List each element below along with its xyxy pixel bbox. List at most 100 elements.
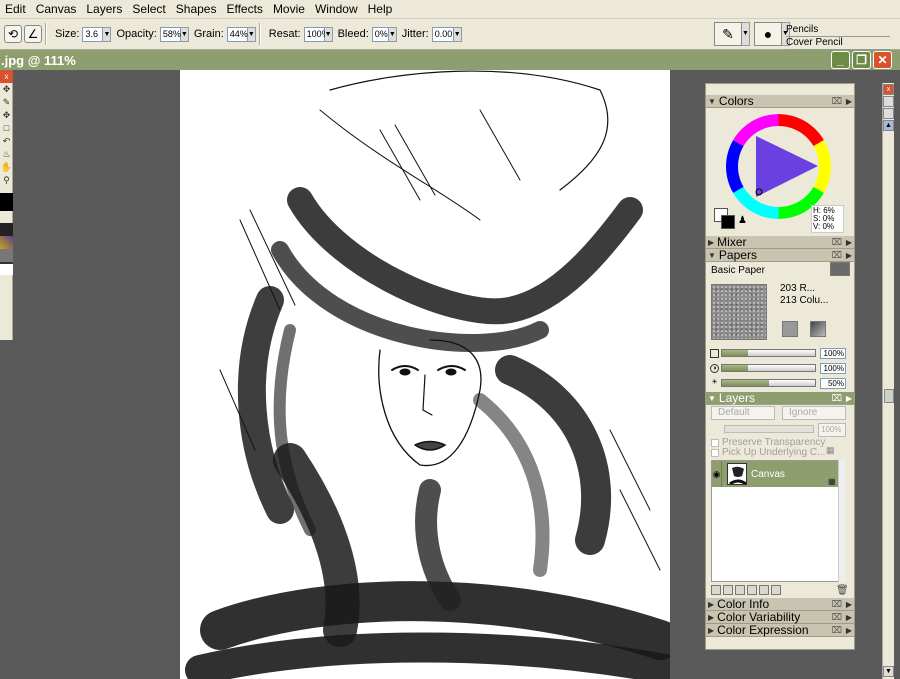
paper-selector-icon[interactable] [0,223,13,236]
expand-icon[interactable]: ▶ [708,626,714,635]
panel-close-icon[interactable]: ⌧ [832,96,842,107]
delete-layer-icon[interactable]: 🗑 [836,585,849,596]
opacity-dropdown-icon[interactable]: ▼ [180,26,189,42]
paper-contrast-value[interactable]: 100% [820,362,846,374]
rectangle-select-icon[interactable]: □ [0,122,13,135]
new-watercolor-layer-icon[interactable] [771,585,781,595]
panel-menu-icon[interactable]: ▶ [846,600,852,609]
size-field[interactable]: 3.6 [82,26,104,42]
minimize-button[interactable]: _ [831,51,850,69]
lasso-tool-icon[interactable]: ↶ [0,135,13,148]
brush-variant-icon[interactable]: ● [754,22,782,46]
size-dropdown-icon[interactable]: ▼ [103,26,112,42]
expand-icon[interactable]: ▶ [708,600,714,609]
panel-close-icon[interactable]: ⌧ [832,599,842,610]
menu-shapes[interactable]: Shapes [171,0,222,19]
restore-button[interactable]: ❐ [852,51,871,69]
bleed-field[interactable]: 0% [371,26,389,42]
panel-close-icon[interactable]: ⌧ [832,237,842,248]
menu-help[interactable]: Help [363,0,398,19]
jitter-field[interactable]: 0.00 [431,26,454,42]
colors-panel-header[interactable]: ▼ Colors ⌧ ▶ [706,94,854,108]
scroll-up-icon[interactable]: ▲ [883,120,894,131]
composite-method-select[interactable]: Default [711,406,775,420]
close-icon[interactable]: x [883,84,894,95]
panel-menu-icon[interactable]: ▶ [846,626,852,635]
transform-tool-icon[interactable]: ✥ [0,109,13,122]
new-group-icon[interactable] [735,585,745,595]
panel-icon[interactable] [883,96,894,107]
paper-brightness-slider[interactable] [721,379,816,387]
clone-color-icon[interactable]: ♟ [738,215,747,226]
menu-window[interactable]: Window [310,0,363,19]
layer-commands-icon[interactable] [711,585,721,595]
composite-depth-select[interactable]: Ignore [782,406,846,420]
main-color-swatch[interactable] [721,215,735,229]
jitter-dropdown-icon[interactable]: ▼ [453,26,462,42]
panel-menu-icon[interactable]: ▶ [846,97,852,106]
expand-icon[interactable]: ▶ [708,238,714,247]
collapse-icon[interactable]: ▼ [708,251,716,260]
dynamic-plugins-icon[interactable] [723,585,733,595]
color-wheel[interactable] [725,114,831,219]
category-dropdown-icon[interactable]: ▼ [742,22,750,46]
grabber-tool-icon[interactable]: ✋ [0,161,13,174]
lock-layer-icon[interactable]: ▦ [826,445,835,456]
paper-brightness-value[interactable]: 50% [820,377,846,389]
paper-scale-value[interactable]: 100% [820,347,846,359]
layer-opacity-slider[interactable] [724,425,814,433]
paper-scale-slider[interactable] [721,349,816,357]
bleed-dropdown-icon[interactable]: ▼ [388,26,397,42]
scroll-thumb[interactable] [884,389,894,403]
close-button[interactable]: ✕ [873,51,892,69]
papers-panel-header[interactable]: ▼ Papers ⌧ ▶ [706,248,854,262]
layer-lock-icon[interactable]: ▦ [828,477,836,486]
panel-close-icon[interactable]: ⌧ [832,625,842,636]
move-tool-icon[interactable]: ✥ [0,83,13,96]
panel-menu-icon[interactable]: ▶ [846,251,852,260]
menu-select[interactable]: Select [127,0,170,19]
magnifier-tool-icon[interactable]: ⚲ [0,174,13,187]
panel-close-icon[interactable]: ⌧ [832,250,842,261]
panel-icon[interactable] [883,108,894,119]
menu-effects[interactable]: Effects [221,0,267,19]
layer-list-scrollbar[interactable] [838,460,846,582]
freehand-stroke-icon[interactable]: ⟲ [4,25,22,43]
document-scrollbar[interactable]: x ▲ ▼ [882,83,894,679]
panel-close-icon[interactable]: ⌧ [832,393,842,404]
panel-menu-icon[interactable]: ▶ [846,613,852,622]
layer-opacity-value[interactable]: 100% [818,423,846,437]
opacity-field[interactable]: 58% [159,26,181,42]
brush-category-name[interactable]: Pencils [786,24,890,37]
eye-icon[interactable]: ◉ [712,461,722,487]
preserve-transparency-checkbox[interactable] [711,438,719,447]
menu-layers[interactable]: Layers [81,0,127,19]
brush-variant-name[interactable]: Cover Pencil [786,37,890,50]
brush-selector[interactable]: ✎ ▼ ● ▼ [714,22,790,46]
new-layer-icon[interactable] [759,585,769,595]
paper-library-icon[interactable] [830,262,850,276]
expand-icon[interactable]: ▶ [708,613,714,622]
gradient-selector-icon[interactable] [0,249,13,262]
pick-up-underlying-row[interactable]: Pick Up Underlying C... [711,447,825,458]
main-color-swatch[interactable] [0,193,13,211]
paper-directionality-icon[interactable] [810,321,826,337]
layers-panel-header[interactable]: ▼ Layers ⌧ ▶ [706,391,854,405]
drawing-canvas[interactable] [180,70,670,679]
brush-tool-icon[interactable]: ✎ [0,96,13,109]
panel-menu-icon[interactable]: ▶ [846,394,852,403]
straight-line-stroke-icon[interactable]: ∠ [24,25,42,43]
fill-tool-icon[interactable]: ♨ [0,148,13,161]
weaving-selector-icon[interactable] [0,262,13,275]
pattern-selector-icon[interactable] [0,236,13,249]
new-layer-mask-icon[interactable] [747,585,757,595]
layer-item-canvas[interactable]: ◉ Canvas ▦ [712,461,838,487]
pencil-category-icon[interactable]: ✎ [714,22,742,46]
toolbox-close-icon[interactable]: x [0,70,13,83]
grain-dropdown-icon[interactable]: ▼ [247,26,256,42]
menu-canvas[interactable]: Canvas [31,0,82,19]
color-expression-panel-header[interactable]: ▶ Color Expression ⌧ ▶ [706,623,854,637]
panel-close-icon[interactable]: ⌧ [832,612,842,623]
paper-contrast-slider[interactable] [721,364,816,372]
resat-field[interactable]: 100% [303,26,330,42]
